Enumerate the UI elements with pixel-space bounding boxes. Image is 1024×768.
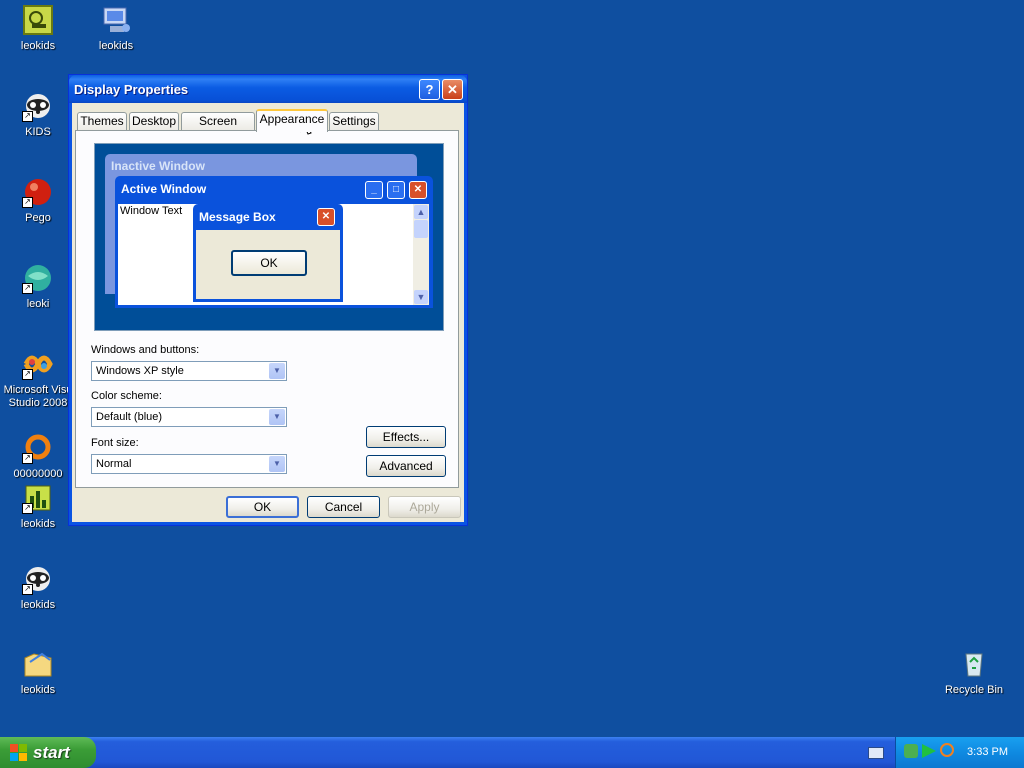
font-size-label: Font size: [91,437,139,449]
cancel-button[interactable]: Cancel [307,496,380,518]
green-globe-icon: ↗ [22,262,54,294]
appearance-preview: Inactive Window Active Window _ □ ✕ Wind… [94,143,444,331]
windows-logo-icon [10,744,28,766]
icon-label: Pego [25,212,51,224]
chevron-down-icon: ▼ [269,456,285,472]
scroll-thumb [414,220,428,238]
raccoon-icon: ↗ [22,563,54,595]
advanced-button[interactable]: Advanced [366,455,446,477]
desktop-icon-leoki[interactable]: ↗ leoki [0,262,76,311]
select-value: Normal [96,458,132,470]
inactive-window-title: Inactive Window [111,159,205,173]
icon-label: leoki [26,298,50,310]
help-button[interactable]: ? [419,79,440,100]
chevron-down-icon: ▼ [269,409,285,425]
help-icon: ? [425,82,434,97]
message-box-client: OK [196,230,340,299]
desktop-icon-leokids-5[interactable]: leokids [0,648,76,697]
tray-play-icon[interactable] [922,744,936,758]
icon-label: Recycle Bin [944,684,1004,696]
orange-ring-icon: ↗ [22,432,54,464]
display-properties-dialog: Display Properties ? ✕ Themes Desktop Sc… [68,74,468,526]
network-computer-icon [100,4,132,36]
pego-red-ball-icon: ↗ [22,176,54,208]
maximize-icon: □ [387,181,405,199]
keyboard-icon[interactable] [868,747,884,759]
tray-search-icon[interactable] [940,743,954,757]
effects-button[interactable]: Effects... [366,426,446,448]
dialog-titlebar[interactable]: Display Properties ? ✕ [69,75,467,103]
active-window-title: Active Window [121,182,207,196]
shortcut-arrow-icon: ↗ [22,197,33,208]
select-value: Default (blue) [96,411,163,423]
icon-label: leokids [98,40,134,52]
desktop-icon-leokids-1[interactable]: leokids [0,4,76,53]
desktop-icon-leokids-3[interactable]: ↗ leokids [0,482,76,531]
desktop-icon-recycle-bin[interactable]: Recycle Bin [936,648,1012,697]
color-scheme-label: Color scheme: [91,390,162,402]
preview-scrollbar: ▲ ▼ [413,204,429,305]
color-scheme-select[interactable]: Default (blue) ▼ [91,407,287,427]
chevron-down-icon: ▼ [269,363,285,379]
scroll-up-icon: ▲ [414,205,428,219]
start-label: start [33,743,70,762]
preview-message-box: Message Box ✕ OK [193,204,343,302]
font-size-select[interactable]: Normal ▼ [91,454,287,474]
taskbar: start 3:33 PM [0,737,1024,768]
tab-settings[interactable]: Settings [329,112,379,130]
raccoon-icon: ↗ [22,90,54,122]
close-icon: ✕ [409,181,427,199]
icon-label: Microsoft Visu Studio 2008 [3,384,73,409]
close-icon: ✕ [447,82,458,97]
tab-appearance[interactable]: Appearance [256,109,328,132]
recycle-bin-icon [958,648,990,680]
desktop-icon-leokids-2[interactable]: leokids [78,4,154,53]
shortcut-arrow-icon: ↗ [22,283,33,294]
icon-label: KIDS [25,126,51,138]
dialog-title: Display Properties [74,82,189,97]
tab-desktop[interactable]: Desktop [129,112,179,130]
icon-label: leokids [20,684,56,696]
desktop-icon-orange-ring[interactable]: ↗ 00000000 [0,432,76,481]
start-button[interactable]: start [0,737,96,768]
desktop-icon-visual-studio[interactable]: ↗ Microsoft Visu Studio 2008 [0,348,76,410]
icon-label: 00000000 [13,468,63,480]
window-text-sample: Window Text [120,205,183,217]
windows-buttons-select[interactable]: Windows XP style ▼ [91,361,287,381]
minimize-icon: _ [365,181,383,199]
shortcut-arrow-icon: ↗ [22,584,33,595]
select-value: Windows XP style [96,365,184,377]
icon-label: leokids [20,40,56,52]
message-box-ok-button: OK [231,250,307,276]
desktop-icon-kids[interactable]: ↗ KIDS [0,90,76,139]
shortcut-arrow-icon: ↗ [22,453,33,464]
ok-button[interactable]: OK [226,496,299,518]
windows-buttons-label: Windows and buttons: [91,344,200,356]
tab-themes[interactable]: Themes [77,112,127,130]
scroll-down-icon: ▼ [414,290,428,304]
chart-app-icon: ↗ [22,482,54,514]
icon-label: leokids [20,518,56,530]
clock[interactable]: 3:33 PM [967,746,1008,758]
visual-studio-icon: ↗ [22,348,54,380]
appearance-panel: Inactive Window Active Window _ □ ✕ Wind… [75,130,459,488]
icon-label: leokids [20,599,56,611]
message-box-title: Message Box [199,210,276,224]
apply-button[interactable]: Apply [388,496,461,518]
shortcut-arrow-icon: ↗ [22,111,33,122]
tray-network-icon[interactable] [904,744,918,758]
tab-screen-saver[interactable]: Screen Saver [181,112,255,145]
close-icon: ✕ [317,208,335,226]
system-tray: 3:33 PM [895,737,1024,768]
shortcut-arrow-icon: ↗ [22,503,33,514]
desktop-icon-leokids-4[interactable]: ↗ leokids [0,563,76,612]
desktop-icon-pego[interactable]: ↗ Pego [0,176,76,225]
shortcut-arrow-icon: ↗ [22,369,33,380]
close-button[interactable]: ✕ [442,79,463,100]
folder-icon [22,648,54,680]
leokids-app-icon [22,4,54,36]
